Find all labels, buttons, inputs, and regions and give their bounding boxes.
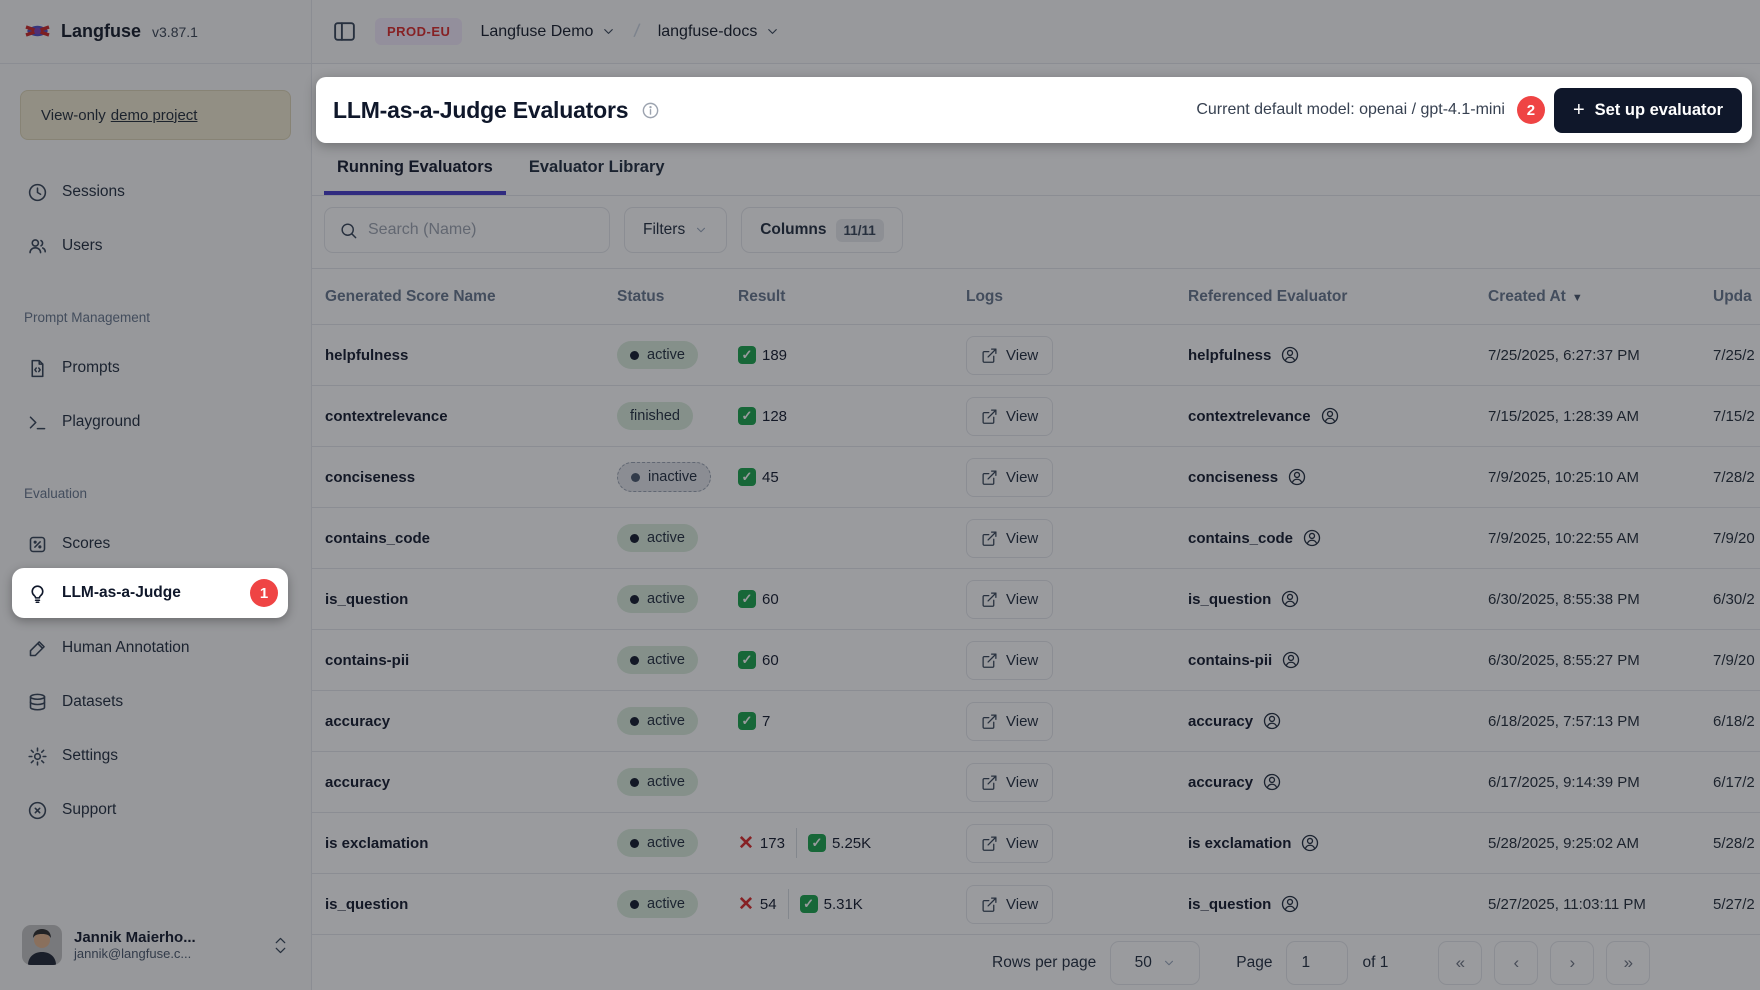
info-icon xyxy=(641,101,660,120)
setup-evaluator-button[interactable]: + Set up evaluator xyxy=(1554,88,1742,133)
tour-step-2-badge: 2 xyxy=(1517,96,1545,124)
page-title: LLM-as-a-Judge Evaluators xyxy=(333,97,628,124)
page-header-spotlight: LLM-as-a-Judge Evaluators Current defaul… xyxy=(316,77,1752,143)
langfuse-app: Langfuse v3.87.1 PROD-EU Langfuse Demo /… xyxy=(0,0,1760,990)
lightbulb-icon xyxy=(27,583,48,604)
sidebar-item-llm-as-a-judge[interactable]: LLM-as-a-Judge 1 xyxy=(12,568,288,618)
tour-step-1-badge: 1 xyxy=(250,579,278,607)
tour-dim-overlay xyxy=(0,0,1760,990)
default-model-note: Current default model: openai / gpt-4.1-… xyxy=(1196,101,1505,119)
plus-icon: + xyxy=(1573,99,1585,122)
